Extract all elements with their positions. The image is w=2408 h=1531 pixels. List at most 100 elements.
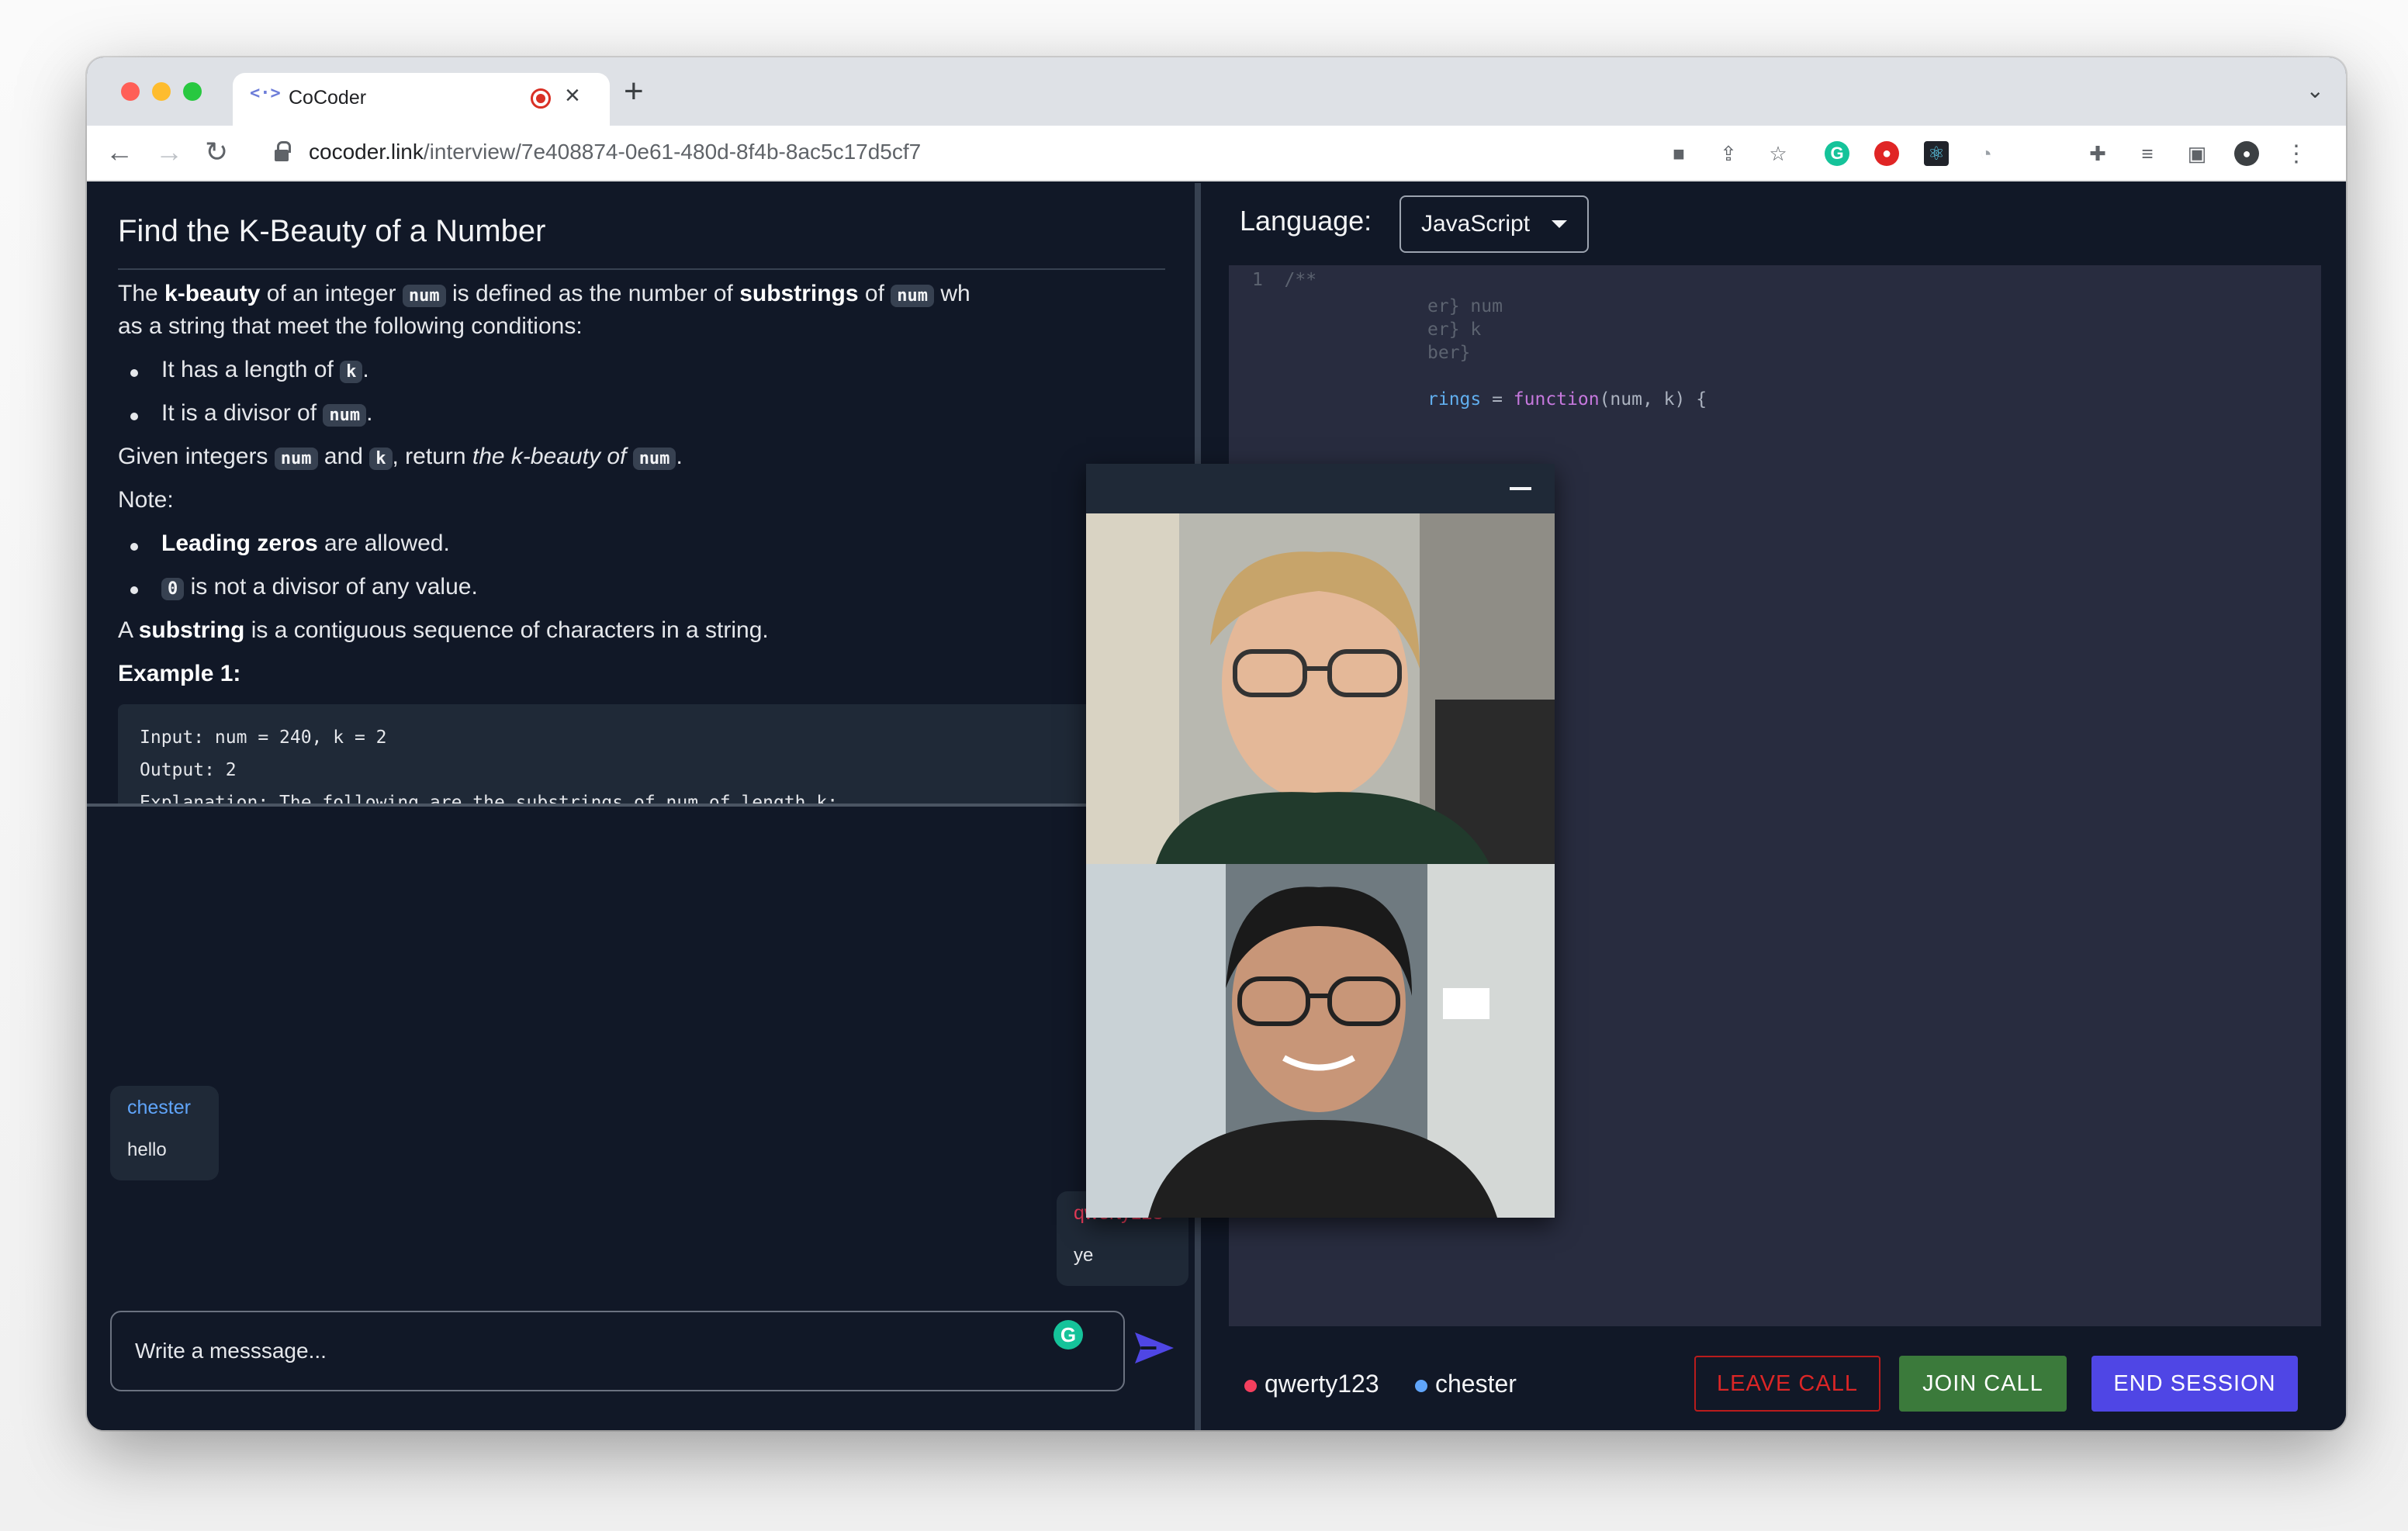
inline-code: 0 — [161, 578, 185, 600]
bullet — [130, 413, 138, 420]
text: Given integers — [118, 444, 275, 469]
message-input[interactable] — [135, 1336, 988, 1367]
inline-code: num — [632, 448, 676, 470]
participant-name: qwerty123 — [1265, 1370, 1379, 1398]
problem-paragraph-1-line-2: as a string that meet the following cond… — [118, 313, 583, 339]
code-token: (num, k) { — [1599, 389, 1707, 410]
inline-code: num — [274, 448, 318, 470]
participant: chester — [1415, 1370, 1517, 1398]
minimize-window-button[interactable] — [152, 82, 171, 101]
code-token: function — [1513, 389, 1600, 410]
camera-icon[interactable]: ■ — [1666, 141, 1691, 166]
language-label: Language: — [1240, 205, 1372, 237]
browser-toolbar: ← → ↻ cocoder.link/interview/7e408874-0e… — [87, 126, 2346, 181]
language-value: JavaScript — [1421, 211, 1531, 237]
video-panel-header[interactable] — [1086, 464, 1555, 513]
grammarly-icon[interactable]: G — [1825, 141, 1849, 166]
text: , return — [392, 444, 472, 469]
text: . — [676, 444, 683, 469]
problem-description: Find the K-Beauty of a Number The k-beau… — [87, 183, 1204, 804]
status-dot — [1415, 1379, 1427, 1392]
bullet — [130, 586, 138, 594]
leave-call-button[interactable]: LEAVE CALL — [1694, 1356, 1880, 1412]
message-text: ye — [1074, 1245, 1094, 1266]
code-token: = — [1481, 389, 1514, 410]
problem-paragraph-3: A substring is a contiguous sequence of … — [118, 614, 769, 647]
new-tab-button[interactable]: + — [624, 73, 644, 110]
adblock-icon[interactable]: ● — [1874, 141, 1899, 166]
inline-code: num — [402, 285, 446, 307]
text: It is a divisor of — [161, 400, 323, 426]
close-tab-icon[interactable]: × — [565, 81, 580, 111]
grammarly-icon[interactable]: G — [1054, 1320, 1083, 1350]
cocoder-app: Find the K-Beauty of a Number The k-beau… — [87, 183, 2346, 1430]
text: is not a divisor of any value. — [184, 574, 478, 600]
message-author: chester — [127, 1097, 191, 1118]
video-call-panel[interactable] — [1086, 464, 1555, 1218]
text: wh — [934, 281, 970, 306]
problem-paragraph-1: The k-beauty of an integer num is define… — [118, 278, 970, 313]
bullet — [130, 543, 138, 551]
lock-icon — [275, 141, 291, 161]
end-session-button[interactable]: END SESSION — [2091, 1356, 2298, 1412]
text: The — [118, 281, 165, 306]
chat-message: chester hello — [110, 1086, 219, 1180]
left-pane: Find the K-Beauty of a Number The k-beau… — [87, 183, 1204, 1430]
example-heading: Example 1: — [118, 661, 241, 686]
message-input-box[interactable]: G — [110, 1311, 1125, 1391]
browser-window: <·> CoCoder × + ⌄ ← → ↻ cocoder.link/int… — [87, 57, 2346, 1430]
note-1: Leading zeros are allowed. — [161, 527, 450, 560]
share-icon[interactable]: ⇪ — [1716, 141, 1741, 166]
url-host: cocoder.link — [309, 140, 424, 164]
tab-title: CoCoder — [289, 87, 367, 109]
text: of an integer — [260, 281, 403, 306]
text: is a contiguous sequence of characters i… — [244, 617, 769, 643]
join-call-button[interactable]: JOIN CALL — [1899, 1356, 2067, 1412]
person-video-icon — [1086, 864, 1555, 1218]
browser-tab[interactable]: <·> CoCoder × — [233, 73, 610, 126]
tab-strip: <·> CoCoder × + ⌄ — [87, 57, 2346, 126]
profile-avatar-icon[interactable]: ● — [2234, 141, 2259, 166]
maximize-window-button[interactable] — [183, 82, 202, 101]
text: and — [317, 444, 370, 469]
close-window-button[interactable] — [121, 82, 140, 101]
problem-title: Find the K-Beauty of a Number — [118, 214, 546, 248]
text: is defined as the number of — [445, 281, 740, 306]
code-token: rings — [1427, 389, 1482, 410]
chevron-down-icon[interactable]: ⌄ — [2306, 78, 2324, 103]
horizontal-resize-handle[interactable] — [87, 804, 1196, 807]
back-arrow-icon[interactable]: ← — [106, 137, 133, 168]
send-icon[interactable] — [1131, 1325, 1178, 1371]
bullet — [130, 369, 138, 377]
react-devtools-icon[interactable]: ⚛ — [1924, 141, 1949, 166]
bold-term: k-beauty — [164, 281, 261, 306]
bold-term: substrings — [739, 281, 859, 306]
italic-text: the k-beauty of — [472, 444, 633, 469]
reload-icon[interactable]: ↻ — [205, 137, 228, 168]
text: . — [366, 400, 373, 426]
forward-arrow-icon[interactable]: → — [155, 137, 183, 168]
inline-code: k — [340, 361, 363, 383]
text: of — [858, 281, 891, 306]
example-code-block: Input: num = 240, k = 2 Output: 2 Explan… — [118, 704, 1204, 804]
text: . — [362, 357, 369, 382]
url-path: /interview/7e408874-0e61-480d-8f4b-8ac5c… — [423, 140, 922, 164]
sidepanel-icon[interactable]: ▣ — [2185, 141, 2209, 166]
message-text: hello — [127, 1139, 167, 1160]
condition-1: It has a length of k. — [161, 354, 369, 389]
video-feed-local — [1086, 864, 1555, 1218]
puzzle-icon[interactable]: ✚ — [2085, 141, 2110, 166]
language-select[interactable]: JavaScript — [1399, 195, 1589, 253]
star-icon[interactable]: ☆ — [1766, 141, 1790, 166]
extension-icon[interactable]: ◔ — [1974, 141, 1998, 166]
address-bar[interactable]: cocoder.link/interview/7e408874-0e61-480… — [309, 140, 921, 164]
divider — [118, 268, 1165, 270]
playlist-icon[interactable]: ≡ — [2135, 141, 2160, 166]
recording-icon — [531, 88, 551, 109]
minimize-icon[interactable] — [1510, 487, 1531, 490]
inline-code: num — [891, 285, 934, 307]
example-title: Example 1: — [118, 658, 240, 690]
note-2: 0 is not a divisor of any value. — [161, 571, 478, 606]
text: are allowed. — [317, 530, 450, 556]
kebab-menu-icon[interactable]: ⋮ — [2284, 141, 2309, 167]
